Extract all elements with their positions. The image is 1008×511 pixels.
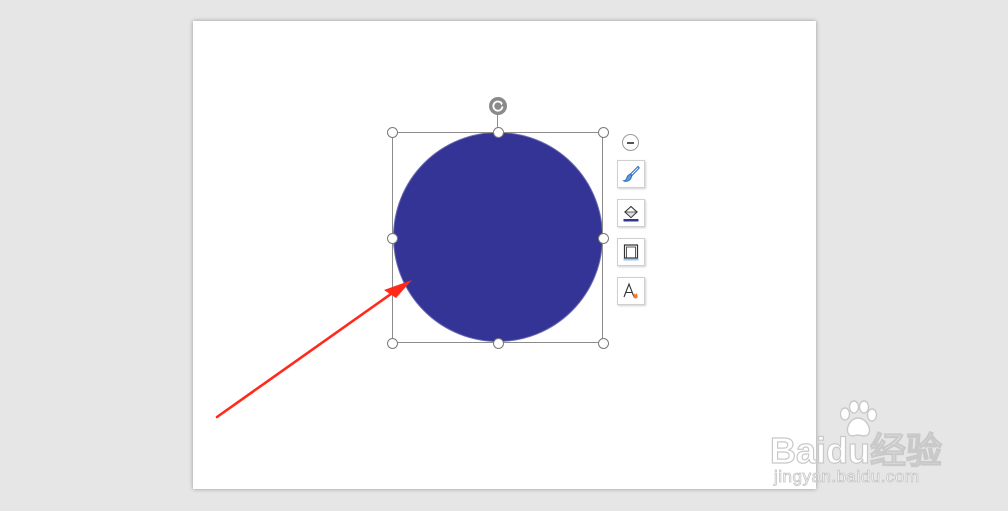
resize-handle-top[interactable] [493, 127, 504, 138]
selection-frame [392, 132, 603, 343]
resize-handle-right[interactable] [598, 233, 609, 244]
paintbrush-icon [621, 165, 640, 182]
shape-style-button[interactable] [617, 160, 645, 188]
resize-handle-left[interactable] [387, 233, 398, 244]
outline-frame-icon [623, 244, 639, 261]
text-effects-button[interactable] [617, 277, 645, 305]
resize-handle-top-left[interactable] [387, 127, 398, 138]
outline-button[interactable] [617, 238, 645, 266]
resize-handle-bottom[interactable] [493, 338, 504, 349]
resize-handle-top-right[interactable] [598, 127, 609, 138]
fill-bucket-icon [623, 205, 639, 222]
fill-button[interactable] [617, 199, 645, 227]
watermark-url: jingyan.baidu.com [774, 467, 920, 487]
rotate-handle-icon[interactable] [489, 97, 507, 115]
resize-handle-bottom-left[interactable] [387, 338, 398, 349]
editor-workspace: Baidu经验 jingyan.baidu.com [0, 0, 1008, 511]
resize-handle-bottom-right[interactable] [598, 338, 609, 349]
collapse-icon[interactable] [622, 134, 639, 151]
baidu-jingyan-watermark: Baidu经验 jingyan.baidu.com [769, 400, 960, 495]
text-effect-icon [623, 282, 638, 299]
